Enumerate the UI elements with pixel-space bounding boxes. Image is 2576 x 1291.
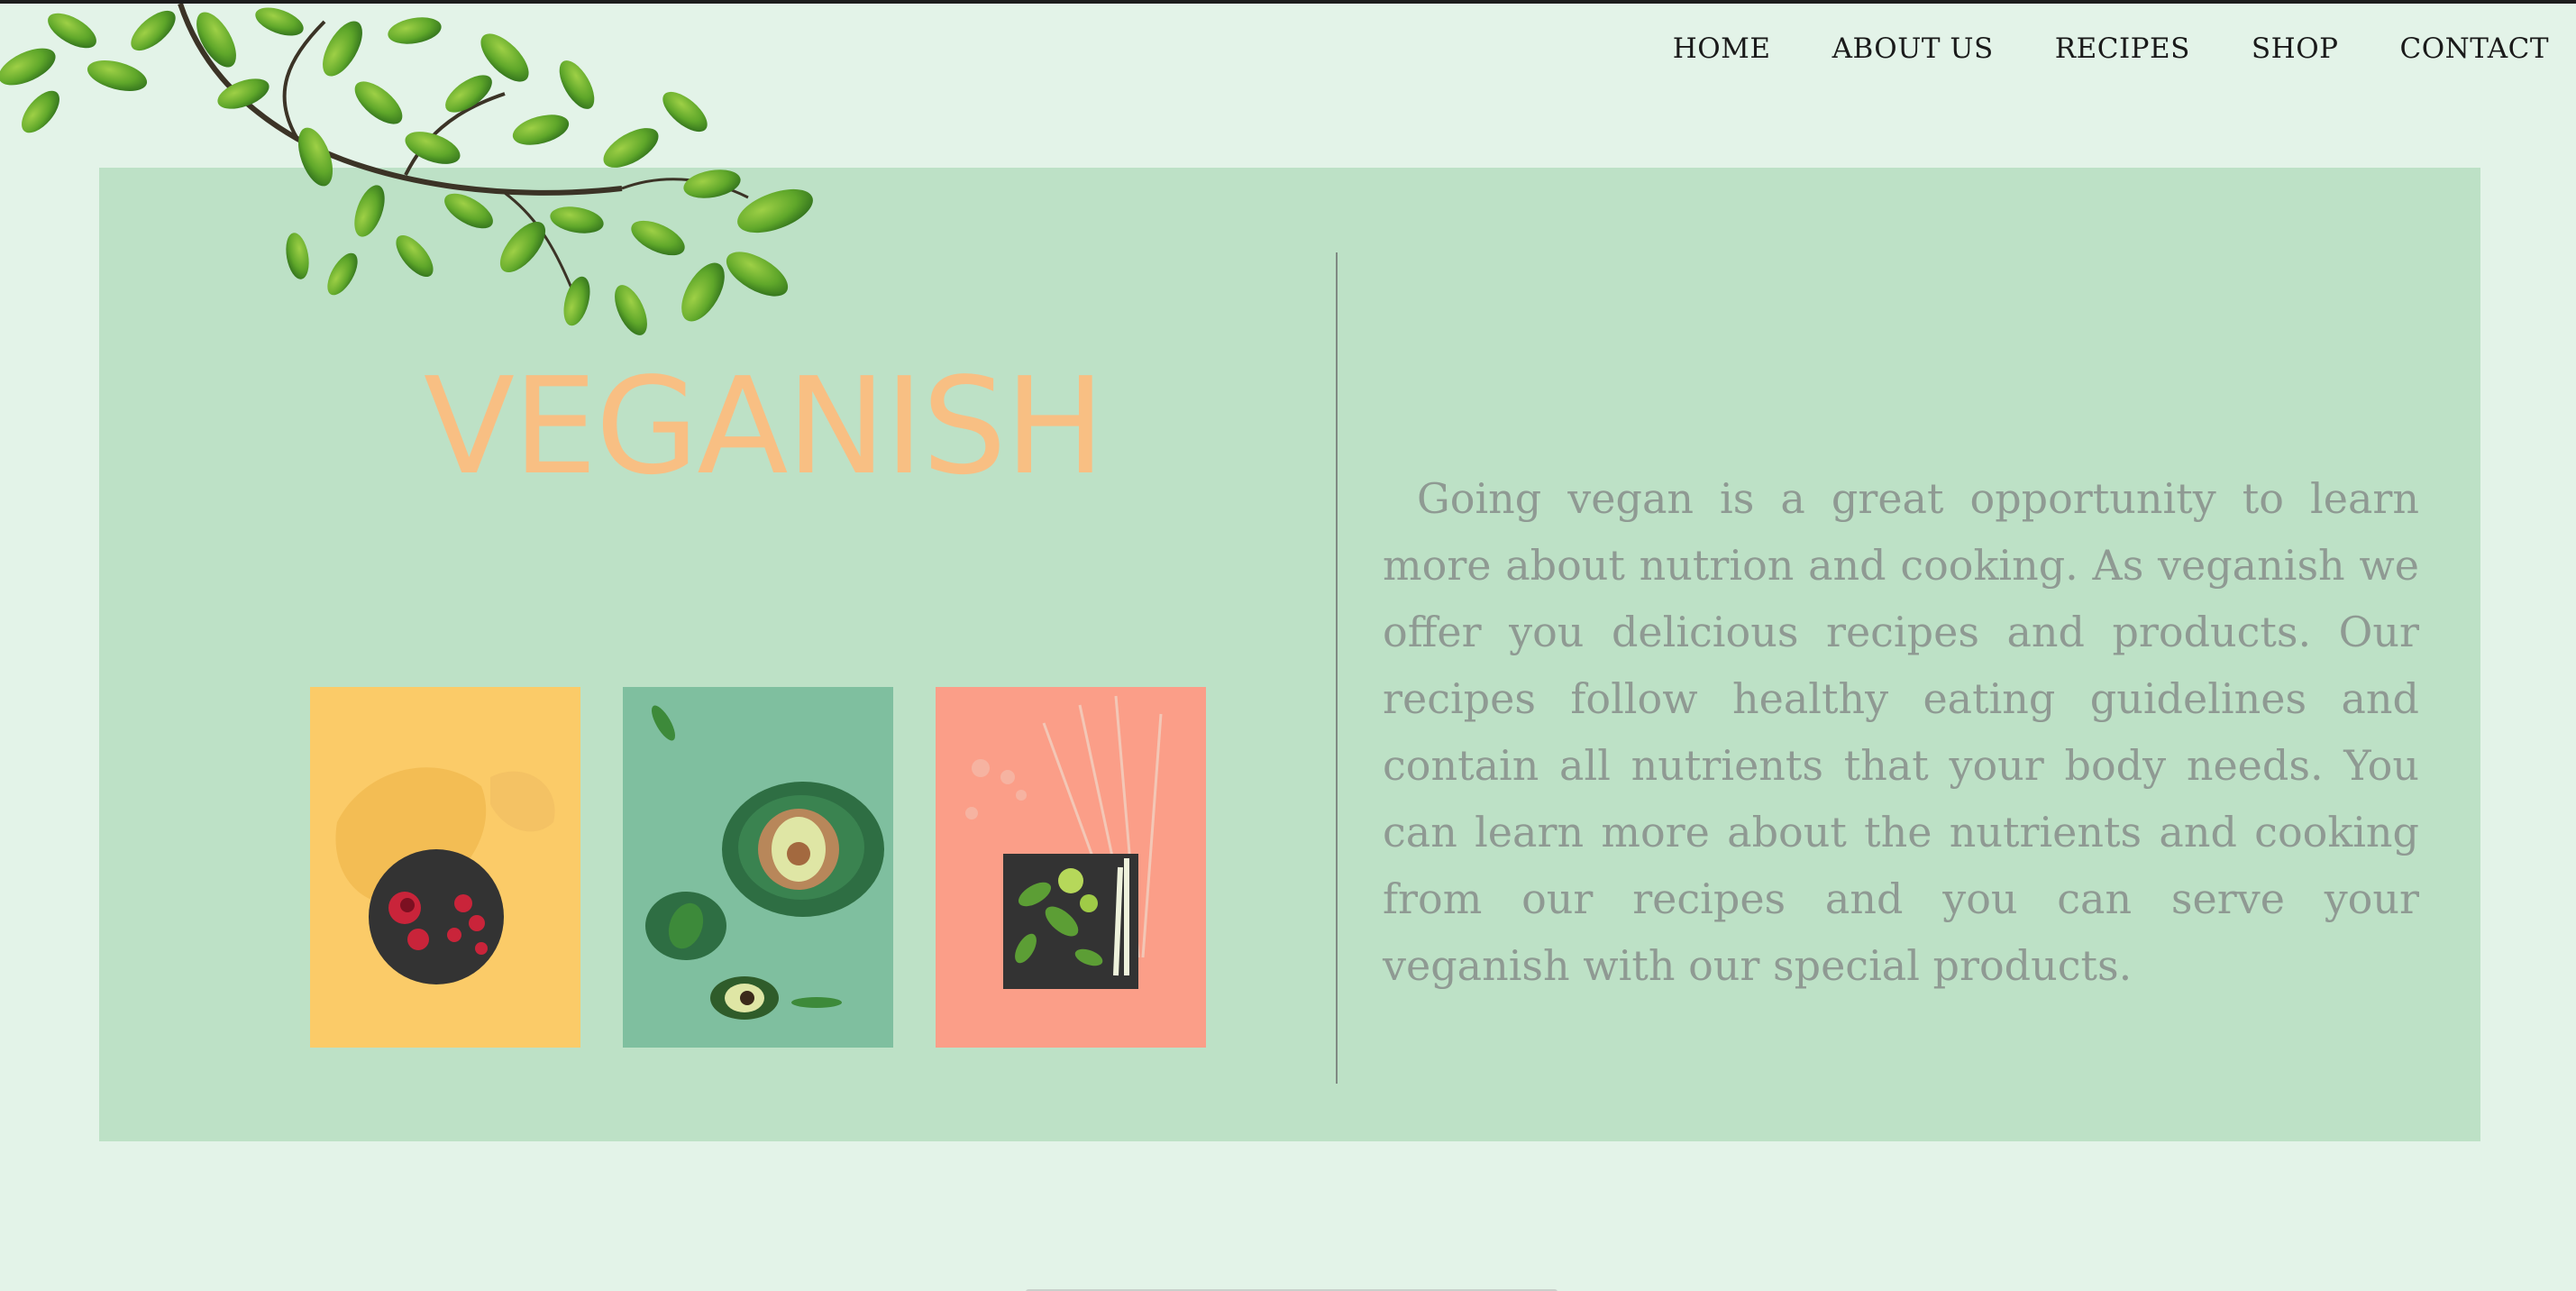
intro-text: Going vegan is a great opportunity to le… xyxy=(1383,474,2419,990)
avocado-bowl-photo xyxy=(623,687,893,1048)
nav-recipes[interactable]: RECIPES xyxy=(2055,32,2190,65)
nav-about-us[interactable]: ABOUT US xyxy=(1832,32,1994,65)
vertical-divider xyxy=(1336,252,1338,1084)
fruit-plate-photo xyxy=(310,687,580,1048)
main-nav: HOME ABOUT US RECIPES SHOP CONTACT xyxy=(1673,32,2549,65)
nav-shop[interactable]: SHOP xyxy=(2252,32,2339,65)
leafy-branch-icon xyxy=(0,4,813,335)
nav-contact[interactable]: CONTACT xyxy=(2399,32,2549,65)
nav-home[interactable]: HOME xyxy=(1673,32,1771,65)
greens-board-photo xyxy=(936,687,1206,1048)
brand-title: VEGANISH xyxy=(423,349,1105,504)
page: HOME ABOUT US RECIPES SHOP CONTACT VEGAN… xyxy=(0,0,2576,1291)
